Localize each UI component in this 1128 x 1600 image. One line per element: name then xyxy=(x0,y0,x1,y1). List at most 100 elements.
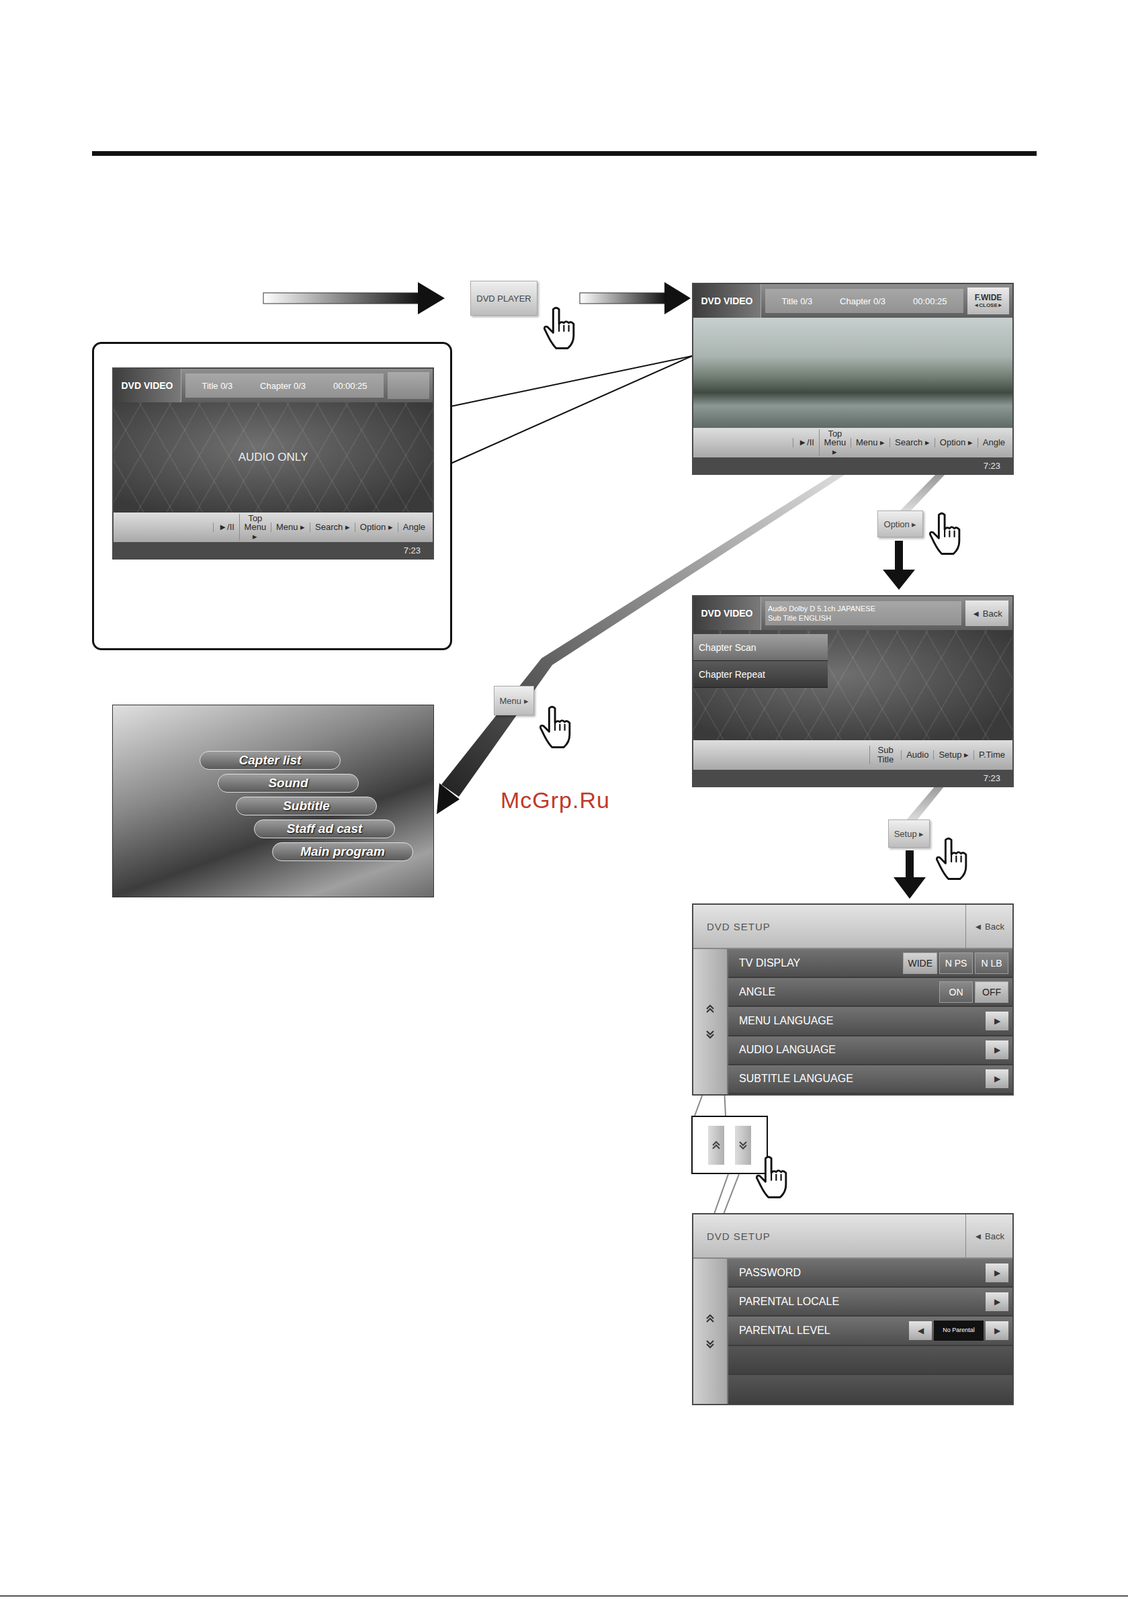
control-button[interactable]: Audio xyxy=(900,750,934,760)
option-toggle[interactable]: ON xyxy=(939,981,973,1004)
source-label: DVD VIDEO xyxy=(693,596,762,631)
setup-row xyxy=(728,1375,1013,1405)
scroll-up-icon xyxy=(710,1139,722,1152)
setup-row: ANGLEONOFF xyxy=(728,978,1013,1008)
setup-row: AUDIO LANGUAGE▶ xyxy=(728,1036,1013,1066)
audio-only-area: AUDIO ONLY xyxy=(113,402,433,513)
title-counter: Title 0/3 xyxy=(781,296,813,307)
control-button[interactable]: Search ▸ xyxy=(309,522,355,533)
setup-label: PARENTAL LEVEL xyxy=(739,1324,907,1337)
disc-menu-item[interactable]: Subtitle xyxy=(235,796,377,816)
next-button[interactable]: ▶ xyxy=(985,1321,1009,1341)
control-button[interactable]: Top Menu ▸ xyxy=(818,429,851,457)
submenu-button[interactable]: ▶ xyxy=(985,1292,1009,1312)
hand-pointer-icon xyxy=(927,511,967,555)
control-button[interactable]: Menu ▸ xyxy=(850,438,890,448)
playback-info: Title 0/3Chapter 0/300:00:25 xyxy=(185,373,384,398)
option-toggle[interactable]: N LB xyxy=(974,952,1009,975)
scroll-down-icon xyxy=(704,1028,716,1041)
top-rule xyxy=(92,151,1037,156)
setup-rows: PASSWORD▶PARENTAL LOCALE▶PARENTAL LEVEL◀… xyxy=(728,1259,1013,1405)
setup-screen: DVD SETUP◄ BackPASSWORD▶ PARENTAL LOCALE▶… xyxy=(691,1213,1014,1406)
setup-header: DVD SETUP◄ Back xyxy=(693,904,1013,950)
right-arrow xyxy=(263,282,445,315)
hand-pointer-icon xyxy=(933,837,973,881)
option-list: Chapter ScanChapter Repeat xyxy=(693,630,1013,688)
disc-menu-item[interactable]: Main program xyxy=(272,842,414,862)
display-mode-button[interactable]: F.WIDE◄CLOSE► xyxy=(967,287,1010,315)
clock: 7:23 xyxy=(403,545,421,556)
dvd-screen: DVD VIDEOTitle 0/3Chapter 0/300:00:25 AUD… xyxy=(112,367,435,560)
control-button[interactable]: ►/II xyxy=(792,438,819,448)
control-button[interactable]: P.Time xyxy=(973,750,1010,760)
chapter-counter: Chapter 0/3 xyxy=(839,296,886,307)
scroll-buttons-zoom xyxy=(691,1115,768,1175)
video-frame xyxy=(693,317,1013,428)
setup-label: SUBTITLE LANGUAGE xyxy=(739,1072,984,1086)
screen-header: DVD VIDEOAudio Dolby D 5.1ch JAPANESESub… xyxy=(693,596,1013,631)
setup-row xyxy=(728,1346,1013,1376)
scroll-up-icon xyxy=(704,1312,716,1325)
hand-pointer-icon xyxy=(541,306,581,350)
scroll-down-icon xyxy=(704,1338,716,1351)
option-screen: DVD VIDEOAudio Dolby D 5.1ch JAPANESESub… xyxy=(691,595,1014,788)
control-button[interactable]: Option ▸ xyxy=(934,438,978,448)
bottom-rule xyxy=(0,1595,1128,1597)
control-button[interactable]: ►/II xyxy=(212,522,240,533)
back-button[interactable]: ◄ Back xyxy=(965,904,1013,948)
source-label: DVD VIDEO xyxy=(113,368,182,403)
option-button[interactable]: Option ▸ xyxy=(877,510,924,538)
source-label: DVD VIDEO xyxy=(693,284,762,318)
watermark: McGrp.Ru xyxy=(500,787,611,814)
setup-row: SUBTITLE LANGUAGE▶ xyxy=(728,1065,1013,1095)
clock: 7:23 xyxy=(983,460,1001,471)
setup-label: PARENTAL LOCALE xyxy=(739,1295,984,1309)
submenu-button[interactable]: ▶ xyxy=(985,1069,1009,1089)
setup-label: ANGLE xyxy=(739,986,938,999)
setup-row: PASSWORD▶ xyxy=(728,1259,1013,1288)
down-arrow xyxy=(882,540,916,590)
back-button[interactable]: ◄ Back xyxy=(965,600,1009,627)
clock: 7:23 xyxy=(983,773,1001,784)
setup-row: PARENTAL LEVEL◀No Parental▶ xyxy=(728,1316,1013,1346)
submenu-button[interactable]: ▶ xyxy=(985,1011,1009,1031)
control-button[interactable]: Top Menu ▸ xyxy=(239,513,271,542)
previous-button[interactable]: ◀ xyxy=(908,1321,932,1341)
scroll-up-button[interactable] xyxy=(708,1125,725,1165)
hand-pointer-icon xyxy=(537,705,577,749)
scroll-down-button[interactable] xyxy=(734,1125,752,1165)
control-button[interactable]: Angle xyxy=(977,438,1010,448)
control-button[interactable]: Setup ▸ xyxy=(933,750,974,760)
setup-button[interactable]: Setup ▸ xyxy=(888,819,930,848)
option-item[interactable]: Chapter Scan xyxy=(693,634,828,662)
menu-button[interactable]: Menu ▸ xyxy=(493,685,535,716)
disc-menu-item[interactable]: Staff ad cast xyxy=(253,819,396,839)
submenu-button[interactable]: ▶ xyxy=(985,1263,1009,1283)
status-bar: 7:23 xyxy=(113,542,433,559)
control-button[interactable]: Sub Title xyxy=(869,745,901,764)
option-toggle[interactable]: N PS xyxy=(939,952,973,975)
option-toggle[interactable]: WIDE xyxy=(902,952,938,975)
control-button[interactable]: Menu ▸ xyxy=(270,522,310,533)
down-arrow xyxy=(893,850,926,899)
setup-body: TV DISPLAYWIDEN PSN LBANGLEONOFFMENU LAN… xyxy=(693,949,1013,1095)
setup-body: PASSWORD▶PARENTAL LOCALE▶PARENTAL LEVEL◀… xyxy=(693,1259,1013,1405)
playback-info: Title 0/3Chapter 0/300:00:25 xyxy=(765,288,964,314)
control-button[interactable]: Search ▸ xyxy=(889,438,935,448)
setup-header: DVD SETUP◄ Back xyxy=(693,1214,1013,1260)
setup-screen: DVD SETUP◄ BackTV DISPLAYWIDEN PSN LBANG… xyxy=(691,903,1014,1096)
setup-title: DVD SETUP xyxy=(693,921,966,933)
option-item[interactable]: Chapter Repeat xyxy=(693,661,828,688)
status-bar: 7:23 xyxy=(693,769,1013,787)
header-slot xyxy=(387,372,430,400)
disc-menu-item[interactable]: Capter list xyxy=(199,751,341,770)
submenu-button[interactable]: ▶ xyxy=(985,1040,1009,1060)
option-toggle[interactable]: OFF xyxy=(974,981,1009,1004)
disc-menu-item[interactable]: Sound xyxy=(217,773,359,793)
back-button[interactable]: ◄ Back xyxy=(965,1214,1013,1258)
hand-pointer-icon xyxy=(753,1155,793,1199)
dvd-player-button[interactable]: DVD PLAYER xyxy=(470,280,538,316)
control-bar: ►/IITop Menu ▸Menu ▸Search ▸Option ▸Angl… xyxy=(693,427,1013,458)
control-button[interactable]: Angle xyxy=(397,522,430,533)
control-button[interactable]: Option ▸ xyxy=(354,522,398,533)
